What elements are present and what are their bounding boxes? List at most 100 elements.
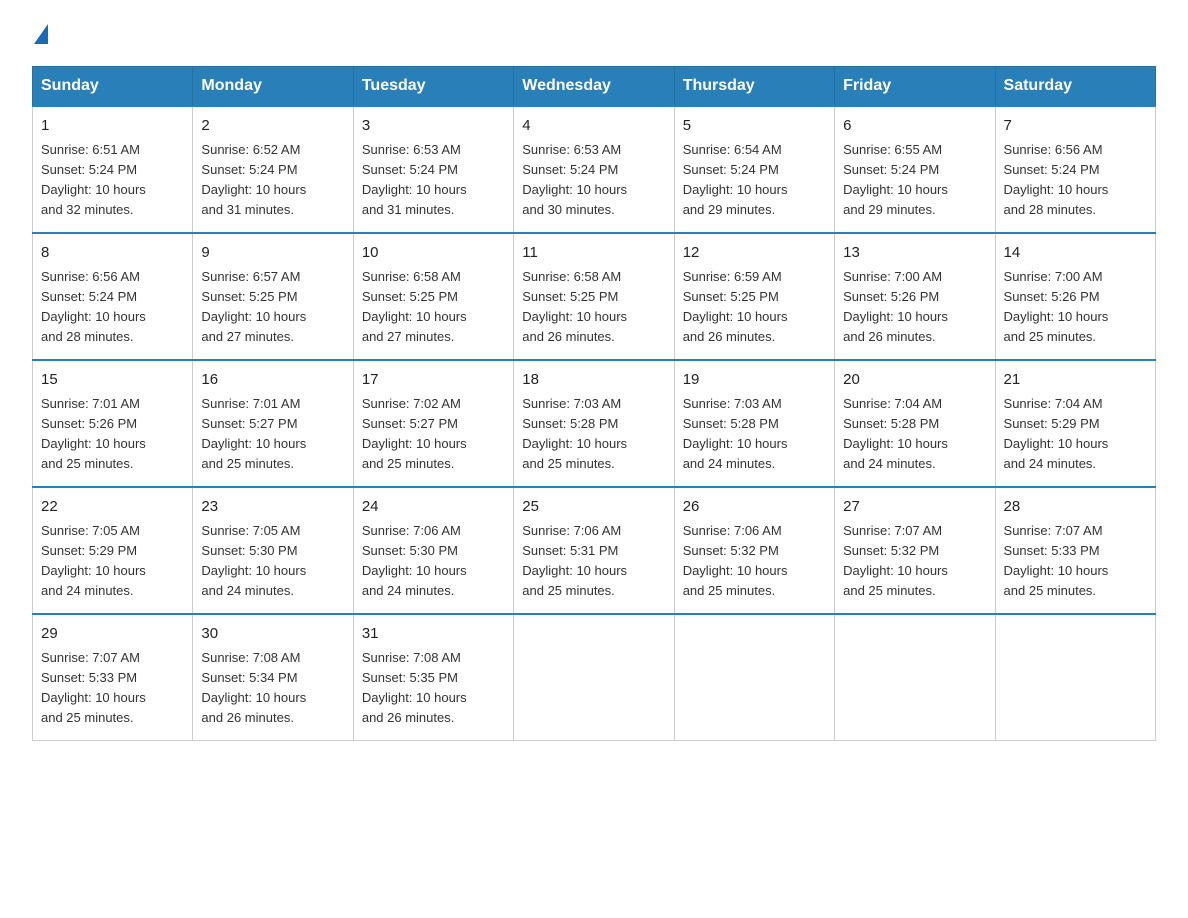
calendar-cell: 5 Sunrise: 6:54 AMSunset: 5:24 PMDayligh… — [674, 106, 834, 233]
day-info: Sunrise: 7:06 AMSunset: 5:30 PMDaylight:… — [362, 523, 467, 598]
day-info: Sunrise: 7:06 AMSunset: 5:31 PMDaylight:… — [522, 523, 627, 598]
day-info: Sunrise: 7:04 AMSunset: 5:29 PMDaylight:… — [1004, 396, 1109, 471]
day-number: 7 — [1004, 115, 1147, 138]
calendar-cell: 15 Sunrise: 7:01 AMSunset: 5:26 PMDaylig… — [33, 360, 193, 487]
day-number: 14 — [1004, 242, 1147, 265]
header-wednesday: Wednesday — [514, 67, 674, 107]
day-number: 27 — [843, 496, 986, 519]
day-number: 10 — [362, 242, 505, 265]
day-number: 3 — [362, 115, 505, 138]
calendar-cell — [995, 614, 1155, 741]
calendar-cell: 19 Sunrise: 7:03 AMSunset: 5:28 PMDaylig… — [674, 360, 834, 487]
calendar-cell: 23 Sunrise: 7:05 AMSunset: 5:30 PMDaylig… — [193, 487, 353, 614]
day-info: Sunrise: 7:00 AMSunset: 5:26 PMDaylight:… — [843, 269, 948, 344]
day-info: Sunrise: 6:53 AMSunset: 5:24 PMDaylight:… — [522, 142, 627, 217]
day-number: 17 — [362, 369, 505, 392]
calendar-table: SundayMondayTuesdayWednesdayThursdayFrid… — [32, 66, 1156, 741]
day-number: 16 — [201, 369, 344, 392]
day-info: Sunrise: 6:57 AMSunset: 5:25 PMDaylight:… — [201, 269, 306, 344]
day-info: Sunrise: 6:53 AMSunset: 5:24 PMDaylight:… — [362, 142, 467, 217]
day-number: 25 — [522, 496, 665, 519]
calendar-cell: 13 Sunrise: 7:00 AMSunset: 5:26 PMDaylig… — [835, 233, 995, 360]
logo-triangle-icon — [34, 24, 48, 44]
day-info: Sunrise: 6:52 AMSunset: 5:24 PMDaylight:… — [201, 142, 306, 217]
day-number: 2 — [201, 115, 344, 138]
day-info: Sunrise: 7:08 AMSunset: 5:34 PMDaylight:… — [201, 650, 306, 725]
day-info: Sunrise: 7:03 AMSunset: 5:28 PMDaylight:… — [683, 396, 788, 471]
day-number: 20 — [843, 369, 986, 392]
day-info: Sunrise: 6:58 AMSunset: 5:25 PMDaylight:… — [522, 269, 627, 344]
day-info: Sunrise: 7:08 AMSunset: 5:35 PMDaylight:… — [362, 650, 467, 725]
day-number: 4 — [522, 115, 665, 138]
day-number: 12 — [683, 242, 826, 265]
day-number: 23 — [201, 496, 344, 519]
day-number: 11 — [522, 242, 665, 265]
day-number: 29 — [41, 623, 184, 646]
calendar-cell: 22 Sunrise: 7:05 AMSunset: 5:29 PMDaylig… — [33, 487, 193, 614]
day-number: 24 — [362, 496, 505, 519]
calendar-cell: 24 Sunrise: 7:06 AMSunset: 5:30 PMDaylig… — [353, 487, 513, 614]
calendar-cell: 3 Sunrise: 6:53 AMSunset: 5:24 PMDayligh… — [353, 106, 513, 233]
day-info: Sunrise: 7:07 AMSunset: 5:33 PMDaylight:… — [41, 650, 146, 725]
calendar-cell: 17 Sunrise: 7:02 AMSunset: 5:27 PMDaylig… — [353, 360, 513, 487]
calendar-cell: 26 Sunrise: 7:06 AMSunset: 5:32 PMDaylig… — [674, 487, 834, 614]
header-monday: Monday — [193, 67, 353, 107]
calendar-cell: 27 Sunrise: 7:07 AMSunset: 5:32 PMDaylig… — [835, 487, 995, 614]
day-number: 6 — [843, 115, 986, 138]
day-info: Sunrise: 7:07 AMSunset: 5:33 PMDaylight:… — [1004, 523, 1109, 598]
day-info: Sunrise: 7:05 AMSunset: 5:29 PMDaylight:… — [41, 523, 146, 598]
day-info: Sunrise: 7:07 AMSunset: 5:32 PMDaylight:… — [843, 523, 948, 598]
day-info: Sunrise: 7:01 AMSunset: 5:26 PMDaylight:… — [41, 396, 146, 471]
header-friday: Friday — [835, 67, 995, 107]
calendar-cell: 1 Sunrise: 6:51 AMSunset: 5:24 PMDayligh… — [33, 106, 193, 233]
day-info: Sunrise: 6:55 AMSunset: 5:24 PMDaylight:… — [843, 142, 948, 217]
day-info: Sunrise: 6:58 AMSunset: 5:25 PMDaylight:… — [362, 269, 467, 344]
day-number: 22 — [41, 496, 184, 519]
calendar-cell: 9 Sunrise: 6:57 AMSunset: 5:25 PMDayligh… — [193, 233, 353, 360]
day-info: Sunrise: 6:54 AMSunset: 5:24 PMDaylight:… — [683, 142, 788, 217]
calendar-cell: 11 Sunrise: 6:58 AMSunset: 5:25 PMDaylig… — [514, 233, 674, 360]
day-info: Sunrise: 7:00 AMSunset: 5:26 PMDaylight:… — [1004, 269, 1109, 344]
day-number: 15 — [41, 369, 184, 392]
day-number: 30 — [201, 623, 344, 646]
header-thursday: Thursday — [674, 67, 834, 107]
day-number: 28 — [1004, 496, 1147, 519]
header-saturday: Saturday — [995, 67, 1155, 107]
day-info: Sunrise: 6:56 AMSunset: 5:24 PMDaylight:… — [41, 269, 146, 344]
calendar-week-2: 8 Sunrise: 6:56 AMSunset: 5:24 PMDayligh… — [33, 233, 1156, 360]
day-info: Sunrise: 6:59 AMSunset: 5:25 PMDaylight:… — [683, 269, 788, 344]
header-sunday: Sunday — [33, 67, 193, 107]
day-info: Sunrise: 7:06 AMSunset: 5:32 PMDaylight:… — [683, 523, 788, 598]
calendar-cell: 14 Sunrise: 7:00 AMSunset: 5:26 PMDaylig… — [995, 233, 1155, 360]
calendar-cell: 31 Sunrise: 7:08 AMSunset: 5:35 PMDaylig… — [353, 614, 513, 741]
calendar-cell: 30 Sunrise: 7:08 AMSunset: 5:34 PMDaylig… — [193, 614, 353, 741]
day-info: Sunrise: 7:03 AMSunset: 5:28 PMDaylight:… — [522, 396, 627, 471]
calendar-cell: 2 Sunrise: 6:52 AMSunset: 5:24 PMDayligh… — [193, 106, 353, 233]
calendar-cell: 8 Sunrise: 6:56 AMSunset: 5:24 PMDayligh… — [33, 233, 193, 360]
day-number: 5 — [683, 115, 826, 138]
calendar-cell: 16 Sunrise: 7:01 AMSunset: 5:27 PMDaylig… — [193, 360, 353, 487]
day-info: Sunrise: 7:02 AMSunset: 5:27 PMDaylight:… — [362, 396, 467, 471]
calendar-cell: 18 Sunrise: 7:03 AMSunset: 5:28 PMDaylig… — [514, 360, 674, 487]
day-info: Sunrise: 7:01 AMSunset: 5:27 PMDaylight:… — [201, 396, 306, 471]
day-info: Sunrise: 7:05 AMSunset: 5:30 PMDaylight:… — [201, 523, 306, 598]
day-number: 9 — [201, 242, 344, 265]
day-info: Sunrise: 6:51 AMSunset: 5:24 PMDaylight:… — [41, 142, 146, 217]
header-tuesday: Tuesday — [353, 67, 513, 107]
calendar-cell: 20 Sunrise: 7:04 AMSunset: 5:28 PMDaylig… — [835, 360, 995, 487]
logo — [32, 24, 48, 42]
calendar-cell: 29 Sunrise: 7:07 AMSunset: 5:33 PMDaylig… — [33, 614, 193, 741]
day-info: Sunrise: 7:04 AMSunset: 5:28 PMDaylight:… — [843, 396, 948, 471]
calendar-header-row: SundayMondayTuesdayWednesdayThursdayFrid… — [33, 67, 1156, 107]
calendar-week-3: 15 Sunrise: 7:01 AMSunset: 5:26 PMDaylig… — [33, 360, 1156, 487]
day-number: 13 — [843, 242, 986, 265]
day-info: Sunrise: 6:56 AMSunset: 5:24 PMDaylight:… — [1004, 142, 1109, 217]
day-number: 1 — [41, 115, 184, 138]
calendar-cell: 7 Sunrise: 6:56 AMSunset: 5:24 PMDayligh… — [995, 106, 1155, 233]
calendar-cell — [514, 614, 674, 741]
calendar-cell: 28 Sunrise: 7:07 AMSunset: 5:33 PMDaylig… — [995, 487, 1155, 614]
calendar-week-1: 1 Sunrise: 6:51 AMSunset: 5:24 PMDayligh… — [33, 106, 1156, 233]
calendar-cell: 6 Sunrise: 6:55 AMSunset: 5:24 PMDayligh… — [835, 106, 995, 233]
page-header — [32, 24, 1156, 42]
day-number: 26 — [683, 496, 826, 519]
